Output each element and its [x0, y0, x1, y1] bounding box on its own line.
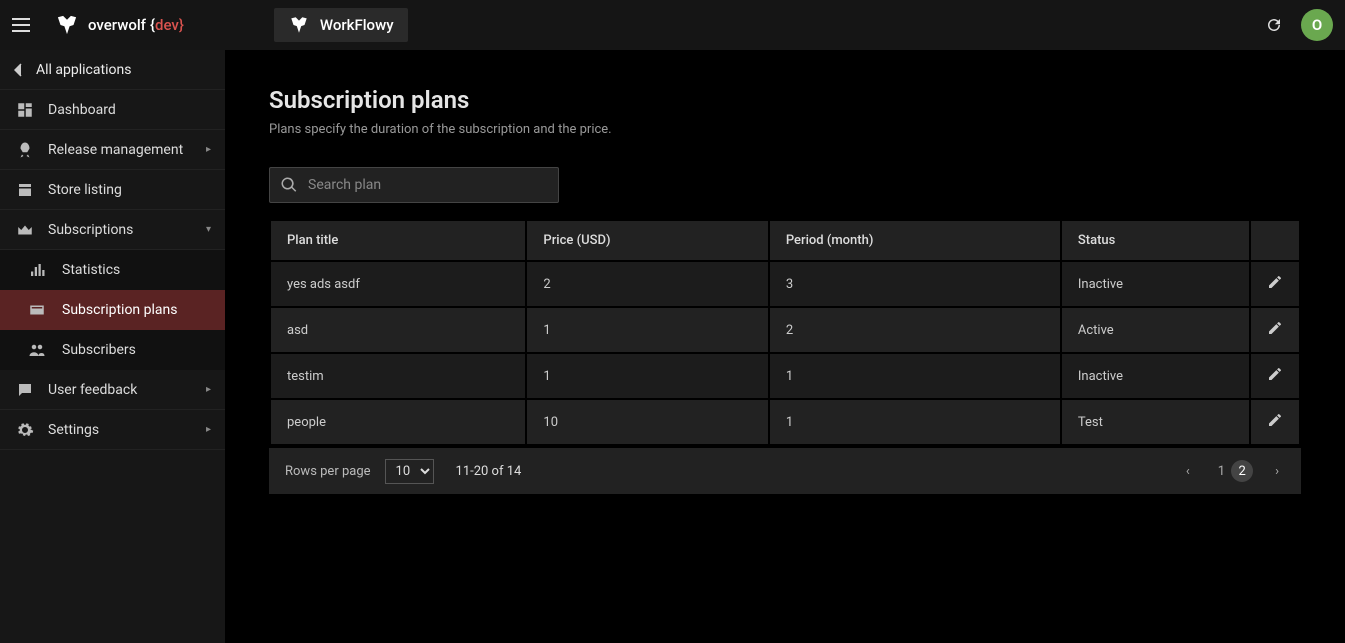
nav-subscribers[interactable]: Subscribers — [0, 330, 225, 370]
chevron-right-icon: ▸ — [206, 384, 211, 395]
hamburger-menu[interactable] — [12, 13, 36, 37]
cell-period: 1 — [770, 400, 1060, 444]
nav-settings[interactable]: Settings ▸ — [0, 410, 225, 450]
chevron-right-icon: ▸ — [206, 424, 211, 435]
cell-status: Inactive — [1062, 354, 1249, 398]
bar-chart-icon — [28, 261, 46, 279]
pencil-icon — [1267, 412, 1283, 428]
brand-label: overwolf{dev} — [88, 16, 184, 34]
cell-price: 10 — [527, 400, 767, 444]
cell-period: 1 — [770, 354, 1060, 398]
nav-label: Subscriptions — [48, 222, 133, 238]
nav-label: User feedback — [48, 382, 137, 398]
pager-page[interactable]: 2 — [1231, 460, 1253, 482]
th-period[interactable]: Period (month) — [770, 221, 1060, 260]
rows-per-page-label: Rows per page — [285, 464, 371, 479]
rocket-icon — [16, 141, 34, 159]
chevron-left-icon — [14, 63, 22, 77]
pencil-icon — [1267, 320, 1283, 336]
app-chip[interactable]: WorkFlowy — [274, 8, 408, 42]
pager: Rows per page 10 11-20 of 14 ‹ 12 › — [269, 448, 1301, 494]
cell-edit[interactable] — [1251, 400, 1299, 444]
page-title: Subscription plans — [269, 86, 1301, 114]
cell-title: yes ads asdf — [271, 262, 525, 306]
nav-store-listing[interactable]: Store listing — [0, 170, 225, 210]
nav-label: Dashboard — [48, 102, 116, 118]
table-row: asd12Active — [271, 308, 1299, 352]
nav-label: Subscribers — [62, 342, 136, 358]
th-status[interactable]: Status — [1062, 221, 1249, 260]
nav-statistics[interactable]: Statistics — [0, 250, 225, 290]
cell-price: 1 — [527, 354, 767, 398]
cell-edit[interactable] — [1251, 354, 1299, 398]
avatar[interactable]: O — [1301, 9, 1333, 41]
th-actions — [1251, 221, 1299, 260]
card-icon — [28, 301, 46, 319]
search-icon — [280, 176, 298, 194]
gear-icon — [16, 421, 34, 439]
nav-release-management[interactable]: Release management ▸ — [0, 130, 225, 170]
nav-subscriptions[interactable]: Subscriptions ▾ — [0, 210, 225, 250]
cell-edit[interactable] — [1251, 262, 1299, 306]
pager-next[interactable]: › — [1269, 462, 1285, 481]
table-row: testim11Inactive — [271, 354, 1299, 398]
th-price[interactable]: Price (USD) — [527, 221, 767, 260]
chevron-right-icon: ▸ — [206, 144, 211, 155]
cell-title: people — [271, 400, 525, 444]
nav-dashboard[interactable]: Dashboard — [0, 90, 225, 130]
plans-table: Plan title Price (USD) Period (month) St… — [269, 219, 1301, 446]
chevron-down-icon: ▾ — [206, 224, 211, 235]
cell-period: 3 — [770, 262, 1060, 306]
cell-period: 2 — [770, 308, 1060, 352]
cell-title: asd — [271, 308, 525, 352]
page-subtitle: Plans specify the duration of the subscr… — [269, 122, 1301, 137]
nav-user-feedback[interactable]: User feedback ▸ — [0, 370, 225, 410]
rows-per-page-select[interactable]: 10 — [385, 459, 434, 484]
nav-label: Release management — [48, 142, 183, 158]
cell-status: Active — [1062, 308, 1249, 352]
pager-range: 11-20 of 14 — [456, 464, 522, 479]
users-icon — [28, 341, 46, 359]
crown-icon — [16, 221, 34, 239]
cell-price: 2 — [527, 262, 767, 306]
back-label: All applications — [36, 62, 131, 78]
nav-label: Settings — [48, 422, 99, 438]
cell-edit[interactable] — [1251, 308, 1299, 352]
back-all-applications[interactable]: All applications — [0, 50, 225, 90]
th-plan-title[interactable]: Plan title — [271, 221, 525, 260]
chat-icon — [16, 381, 34, 399]
nav-label: Store listing — [48, 182, 122, 198]
nav-subscription-plans[interactable]: Subscription plans — [0, 290, 225, 330]
pencil-icon — [1267, 366, 1283, 382]
table-row: people101Test — [271, 400, 1299, 444]
dashboard-icon — [16, 101, 34, 119]
pager-page[interactable]: 1 — [1212, 462, 1231, 481]
app-chip-label: WorkFlowy — [320, 16, 394, 34]
pager-prev[interactable]: ‹ — [1180, 462, 1196, 481]
cell-price: 1 — [527, 308, 767, 352]
search-wrap[interactable] — [269, 167, 559, 203]
pencil-icon — [1267, 274, 1283, 290]
cell-status: Inactive — [1062, 262, 1249, 306]
app-chip-icon — [288, 14, 310, 36]
cell-title: testim — [271, 354, 525, 398]
nav-label: Subscription plans — [62, 302, 177, 318]
brand-wolf-icon — [54, 12, 80, 38]
nav-label: Statistics — [62, 262, 120, 278]
refresh-icon[interactable] — [1265, 16, 1283, 34]
store-icon — [16, 181, 34, 199]
avatar-initial: O — [1312, 16, 1322, 34]
table-row: yes ads asdf23Inactive — [271, 262, 1299, 306]
cell-status: Test — [1062, 400, 1249, 444]
search-input[interactable] — [308, 177, 548, 193]
